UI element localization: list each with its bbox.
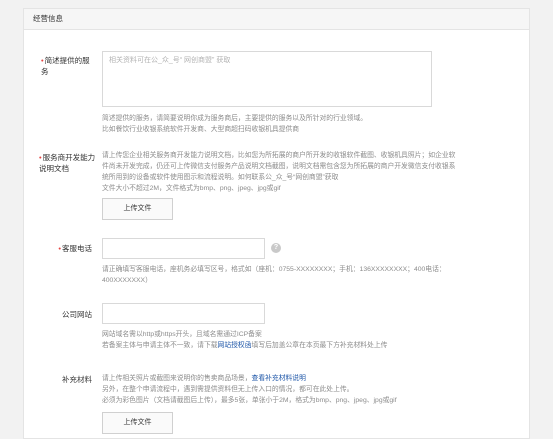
phone-control: ? 请正确填写客服电话，座机务必填写区号，格式如（座机：0755-XXXXXXX… bbox=[102, 238, 519, 286]
hint-line: 另外，在整个申请流程中，遇到需提供资料但无上传入口的情况，都可在此处上传。 bbox=[102, 386, 354, 393]
hint-line: 请上传您企业相关服务商开发能力说明文档，比如您为所拓展的商户所开发的收银软件截图… bbox=[102, 152, 456, 159]
hint-line: 件尚未开发完成，仍还可上传微信支付服务产品说明文档截图，说明文档需包含您为所拓展… bbox=[102, 163, 456, 170]
hint-line: 文件大小不超过2M，文件格式为bmp、png、jpeg、jpg或gif bbox=[102, 185, 281, 192]
service-desc-label: •简述提供的服务 bbox=[41, 56, 90, 76]
service-desc-hints: 简述提供的服务，请简要说明你成为服务商后，主要提供的服务以及所针对的行业领域。 … bbox=[102, 113, 519, 135]
upload-doc-button[interactable]: 上传文件 bbox=[102, 198, 173, 220]
hint-line: 请正确填写客服电话，座机务必填写区号，格式如（座机：0755-XXXXXXXX；… bbox=[102, 266, 446, 273]
website-control: 网站域名需以http或https开头，且域名需通过ICP备案 若备案主体与申请主… bbox=[102, 303, 519, 351]
hint-line: 若备案主体与申请主体不一致，请下载网站授权函填写后加盖公章在本页最下方补充材料处… bbox=[102, 342, 388, 349]
section-title: 经营信息 bbox=[24, 9, 529, 30]
hint-line: 统所用到的设备或软件使用图示和流程说明。如何联系公_众_号“网创商盟”获取 bbox=[102, 174, 339, 181]
phone-input[interactable] bbox=[102, 238, 265, 259]
service-desc-control: 相关资料可在公_众_号“ 网创商盟” 获取 简述提供的服务，请简要说明你成为服务… bbox=[102, 51, 519, 135]
supplement-control: 请上传相关照片或截图来说明你的售卖商品场景，查看补充材料说明 另外，在整个申请流… bbox=[102, 373, 519, 434]
website-label: 公司网站 bbox=[62, 310, 92, 319]
upload-supplement-button[interactable]: 上传文件 bbox=[102, 412, 173, 434]
help-icon[interactable]: ? bbox=[271, 243, 281, 253]
website-auth-link[interactable]: 网站授权函 bbox=[218, 342, 252, 349]
supplement-info-link[interactable]: 查看补充材料说明 bbox=[252, 375, 306, 382]
service-desc-textarea[interactable]: 相关资料可在公_众_号“ 网创商盟” 获取 bbox=[102, 51, 432, 107]
dev-doc-control: 请上传您企业相关服务商开发能力说明文档，比如您为所拓展的商户所开发的收银软件截图… bbox=[102, 150, 519, 220]
website-input[interactable] bbox=[102, 303, 265, 324]
dev-doc-label: •服务商开发能力说明文档 bbox=[39, 153, 96, 173]
supplement-label: 补充材料 bbox=[62, 375, 92, 384]
hint-line: 必须为彩色图片（文档请截图后上传），最多5张，单张小于2M，格式为bmp、png… bbox=[102, 397, 397, 404]
hint-line: 网站域名需以http或https开头，且域名需通过ICP备案 bbox=[102, 331, 262, 338]
phone-label: •客服电话 bbox=[58, 244, 92, 253]
hint-line: 400XXXXXXX） bbox=[102, 277, 152, 284]
business-info-panel: 经营信息 •简述提供的服务 相关资料可在公_众_号“ 网创商盟” 获取 简述提供… bbox=[23, 8, 530, 439]
hint-line: 简述提供的服务，请简要说明你成为服务商后，主要提供的服务以及所针对的行业领域。 bbox=[102, 115, 368, 122]
required-mark: • bbox=[39, 153, 42, 162]
hint-line: 比如餐饮行业收银系统软件开发商、大型商超扫码收银机具提供商 bbox=[102, 126, 300, 133]
required-mark: • bbox=[58, 244, 61, 253]
required-mark: • bbox=[41, 56, 44, 65]
hint-line: 请上传相关照片或截图来说明你的售卖商品场景，查看补充材料说明 bbox=[102, 375, 306, 382]
